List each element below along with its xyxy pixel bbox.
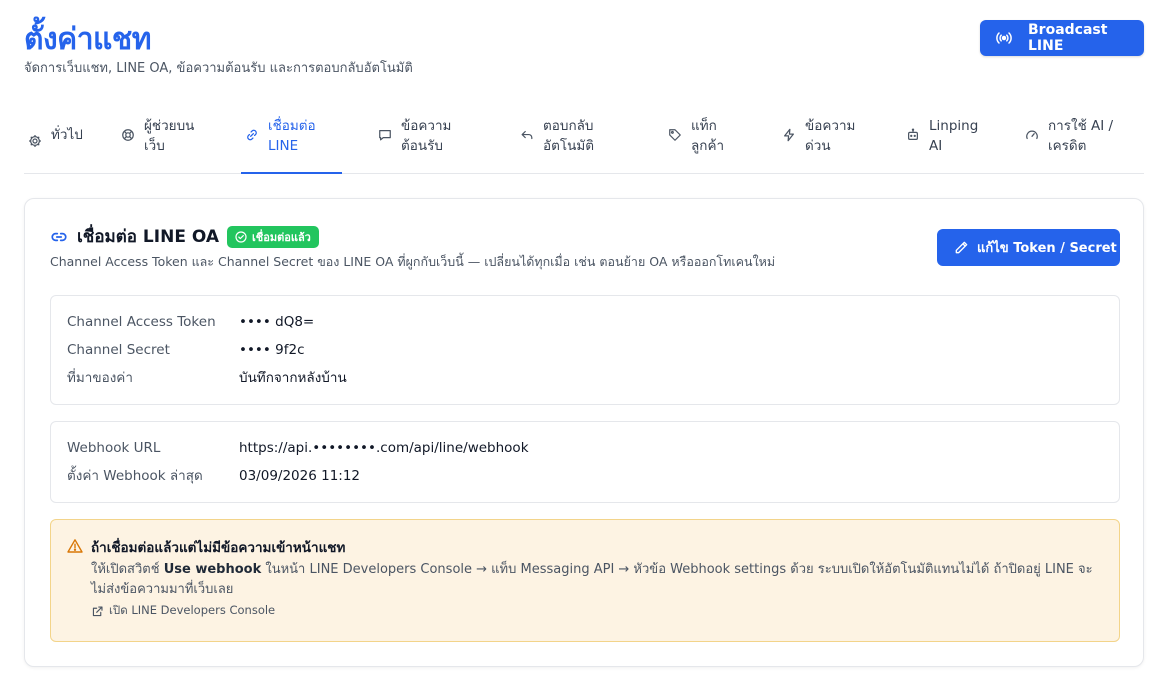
tab-general[interactable]: ทั่วไป bbox=[28, 108, 83, 162]
lifebuoy-icon bbox=[121, 128, 135, 142]
tab-label-line1: แท็ก bbox=[691, 118, 717, 134]
broadcast-label: Broadcast LINE bbox=[1028, 22, 1108, 54]
tab-label-line2: ลูกค้า bbox=[691, 138, 725, 154]
link-label: เปิด LINE Developers Console bbox=[109, 603, 276, 617]
settings-tabs: ทั่วไป ผู้ช่วยบนเว็บ เชื่อมต่อ LINE ข้อคว… bbox=[24, 108, 1144, 174]
webhook-key: Webhook URL bbox=[67, 440, 161, 456]
credential-value: •••• 9f2c bbox=[239, 342, 305, 358]
tab-label-line1: ข้อความ bbox=[805, 118, 856, 134]
card-title: เชื่อมต่อ LINE OA bbox=[77, 227, 220, 247]
tab-label-line1: ข้อความ bbox=[401, 118, 452, 134]
reply-icon bbox=[520, 128, 534, 142]
card-header: เชื่อมต่อ LINE OA เชื่อมต่อแล้ว bbox=[50, 223, 319, 250]
message-icon bbox=[378, 128, 392, 142]
tab-web-assistant[interactable]: ผู้ช่วยบนเว็บ bbox=[121, 108, 224, 174]
broadcast-line-button[interactable]: Broadcast LINE bbox=[980, 20, 1144, 56]
tab-label-line1: การใช้ AI / bbox=[1048, 118, 1114, 134]
tab-label-line2: ต้อนรับ bbox=[401, 138, 443, 154]
tab-label-line2: อัตโนมัติ bbox=[543, 138, 595, 154]
tab-auto-reply[interactable]: ตอบกลับอัตโนมัติ bbox=[520, 108, 623, 174]
connected-badge: เชื่อมต่อแล้ว bbox=[227, 225, 319, 248]
tab-label-line1: Linping bbox=[929, 118, 979, 134]
check-circle-icon bbox=[235, 230, 247, 243]
warning-title: ถ้าเชื่อมต่อแล้วแต่ไม่มีข้อความเข้าหน้าแ… bbox=[91, 540, 346, 556]
tab-label-line1: ตอบกลับ bbox=[543, 118, 594, 134]
badge-label: เชื่อมต่อแล้ว bbox=[252, 230, 311, 244]
edit-button-label: แก้ไข Token / Secret bbox=[977, 241, 1117, 256]
tab-label-line2: LINE bbox=[268, 138, 299, 154]
tab-label-line1: เชื่อมต่อ bbox=[268, 118, 316, 134]
gauge-icon bbox=[1025, 128, 1039, 142]
webhook-key: ตั้งค่า Webhook ล่าสุด bbox=[67, 468, 203, 484]
tab-quick-message[interactable]: ข้อความด่วน bbox=[782, 108, 885, 174]
warning-icon bbox=[67, 538, 83, 554]
page-title: ตั้งค่าแชท bbox=[24, 22, 152, 57]
tab-ai-usage-credit[interactable]: การใช้ AI / เครดิต bbox=[1025, 108, 1148, 174]
credential-key: Channel Access Token bbox=[67, 314, 216, 330]
tag-icon bbox=[668, 128, 682, 142]
edit-token-secret-button[interactable]: แก้ไข Token / Secret bbox=[937, 229, 1120, 266]
link-icon bbox=[245, 128, 259, 142]
credentials-box: Channel Access Token •••• dQ8= Channel S… bbox=[50, 295, 1120, 405]
credential-key: ที่มาของค่า bbox=[67, 370, 133, 386]
tab-customer-tags[interactable]: แท็กลูกค้า bbox=[668, 108, 771, 174]
page-subtitle: จัดการเว็บแชท, LINE OA, ข้อความต้อนรับ แ… bbox=[24, 61, 413, 76]
warning-body: ให้เปิดสวิตช์ Use webhook ในหน้า LINE De… bbox=[91, 560, 1101, 600]
webhook-value: 03/09/2026 11:12 bbox=[239, 468, 361, 484]
credential-key: Channel Secret bbox=[67, 342, 170, 358]
warning-body-pre: ให้เปิดสวิตช์ bbox=[91, 562, 164, 577]
tab-label-line2: เว็บ bbox=[144, 138, 165, 154]
credential-value: •••• dQ8= bbox=[239, 314, 315, 330]
pencil-icon bbox=[954, 240, 969, 255]
open-line-developers-console-link[interactable]: เปิด LINE Developers Console bbox=[91, 602, 275, 620]
tab-linping-ai[interactable]: Linping AI bbox=[906, 108, 1009, 174]
tab-label: ทั่วไป bbox=[51, 127, 83, 143]
warning-body-bold: Use webhook bbox=[163, 562, 262, 577]
bolt-icon bbox=[782, 128, 796, 142]
tab-label-line1: ผู้ช่วยบน bbox=[144, 118, 195, 134]
broadcast-icon bbox=[996, 30, 1012, 46]
tab-label-line2: ด่วน bbox=[805, 138, 831, 154]
tab-line-connect[interactable]: เชื่อมต่อ LINE bbox=[241, 108, 342, 174]
credential-value: บันทึกจากหลังบ้าน bbox=[239, 370, 347, 386]
tab-label-line2: เครดิต bbox=[1048, 138, 1087, 154]
line-connection-card: เชื่อมต่อ LINE OA เชื่อมต่อแล้ว Channel … bbox=[24, 198, 1144, 667]
tab-welcome-message[interactable]: ข้อความต้อนรับ bbox=[378, 108, 481, 174]
link-icon bbox=[50, 228, 68, 246]
tab-label-line2: AI bbox=[929, 138, 943, 154]
webhook-warning: ถ้าเชื่อมต่อแล้วแต่ไม่มีข้อความเข้าหน้าแ… bbox=[50, 519, 1120, 642]
webhook-value: https://api.••••••••.com/api/line/webhoo… bbox=[239, 440, 529, 456]
card-description: Channel Access Token และ Channel Secret … bbox=[50, 254, 776, 269]
gear-icon bbox=[28, 134, 42, 148]
bot-icon bbox=[906, 128, 920, 142]
external-link-icon bbox=[91, 605, 104, 618]
webhook-box: Webhook URL https://api.••••••••.com/api… bbox=[50, 421, 1120, 503]
